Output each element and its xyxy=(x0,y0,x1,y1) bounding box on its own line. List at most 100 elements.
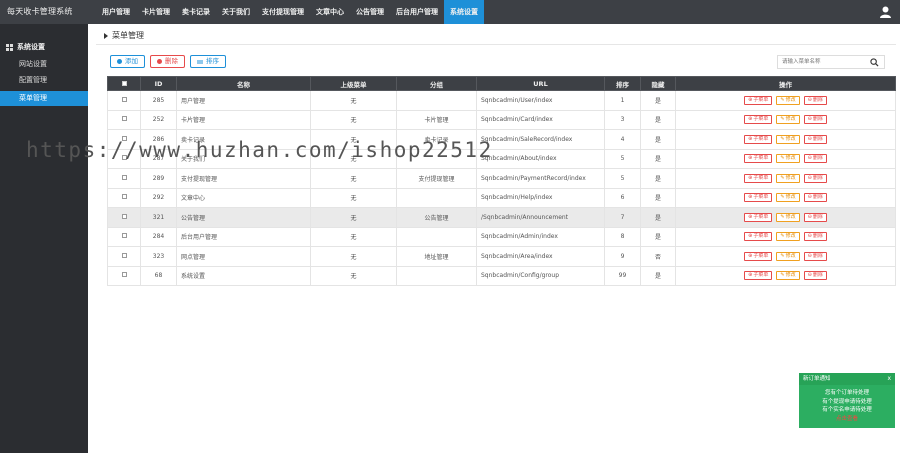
submenu-button[interactable]: ⊕ 子菜单 xyxy=(744,154,773,164)
select-all-checkbox[interactable] xyxy=(121,80,127,86)
table-row[interactable]: 252 卡片管理无卡片管理 Sqnbcadmin/Card/index 3 是 ⊕ 子菜单 ✎… xyxy=(107,109,896,130)
table-row[interactable]: 289 支付提现管理无支付提现管理 Sqnbcadmin/PaymentRecord… xyxy=(107,168,896,189)
notification-title: 新订单通知 xyxy=(803,376,831,382)
submenu-button[interactable]: ⊕ 子菜单 xyxy=(744,232,773,242)
view-link[interactable]: 点击查看 xyxy=(799,415,895,423)
edit-button[interactable]: ✎ 修改 xyxy=(776,173,800,183)
cell-actions: ⊕ 子菜单 ✎ 修改 ⊖ 删除 xyxy=(675,148,896,169)
cell-url: /Sqnbcadmin/Announcement xyxy=(476,207,605,228)
submenu-button-label: 子菜单 xyxy=(753,194,769,201)
cell-parent: 无 xyxy=(310,187,397,208)
cell-hidden: 否 xyxy=(640,246,676,267)
row-checkbox[interactable] xyxy=(121,272,127,278)
column-header: 操作 xyxy=(675,76,896,91)
topnav-item[interactable]: 卡片管理 xyxy=(136,0,176,24)
minus-circle-icon: ⊖ xyxy=(807,135,812,142)
delete-row-button[interactable]: ⊖ 删除 xyxy=(803,173,827,183)
topnav-item[interactable]: 卖卡记录 xyxy=(176,0,216,24)
edit-button[interactable]: ✎ 修改 xyxy=(776,115,800,125)
submenu-button[interactable]: ⊕ 子菜单 xyxy=(744,173,773,183)
user-icon[interactable] xyxy=(880,6,891,18)
cell-parent: 无 xyxy=(310,168,397,189)
row-checkbox[interactable] xyxy=(121,96,127,102)
edit-button-label: 修改 xyxy=(785,174,796,181)
delete-row-button[interactable]: ⊖ 删除 xyxy=(803,271,827,281)
delete-row-button[interactable]: ⊖ 删除 xyxy=(803,193,827,203)
row-checkbox[interactable] xyxy=(121,252,127,258)
cell-id: 252 xyxy=(140,109,177,130)
submenu-button[interactable]: ⊕ 子菜单 xyxy=(744,251,773,261)
plus-circle-icon: ⊕ xyxy=(748,233,753,240)
sort-button[interactable]: 排序 xyxy=(190,55,226,68)
delete-row-button[interactable]: ⊖ 删除 xyxy=(803,95,827,105)
table-row[interactable]: 284 后台用户管理无 Sqnbcadmin/Admin/index 8 是 ⊕ 子菜单 ✎ 修… xyxy=(107,226,896,247)
edit-button[interactable]: ✎ 修改 xyxy=(776,251,800,261)
edit-button-label: 修改 xyxy=(785,116,796,123)
row-checkbox[interactable] xyxy=(121,174,127,180)
row-checkbox[interactable] xyxy=(121,116,127,122)
edit-button[interactable]: ✎ 修改 xyxy=(776,193,800,203)
grid-icon xyxy=(6,43,13,51)
topnav-item[interactable]: 公告管理 xyxy=(350,0,390,24)
cell-name: 用户管理 xyxy=(176,90,311,111)
table-row[interactable]: 292 文章中心无 Sqnbcadmin/Help/index 6 是 ⊕ 子菜单 ✎ 修改 ⊖ 删… xyxy=(107,187,896,208)
delete-row-button[interactable]: ⊖ 删除 xyxy=(803,232,827,242)
table-row[interactable]: 321 公告管理无公告管理/Sqnbcadmin/Announcement 7 是 ⊕ 子… xyxy=(107,207,896,228)
row-select-cell xyxy=(107,187,141,208)
topnav-item[interactable]: 后台用户管理 xyxy=(390,0,444,24)
plus-circle-icon: ⊕ xyxy=(748,155,753,162)
sidebar-item[interactable]: 配置管理 xyxy=(0,73,88,88)
sidebar: 系统设置 网站设置 配置管理菜单管理 xyxy=(0,24,88,453)
add-button[interactable]: 添加 xyxy=(110,55,145,68)
delete-row-button[interactable]: ⊖ 删除 xyxy=(803,154,827,164)
plus-icon xyxy=(117,59,122,64)
caret-right-icon xyxy=(104,32,108,39)
row-checkbox[interactable] xyxy=(121,213,127,219)
row-checkbox[interactable] xyxy=(121,194,127,200)
cell-sort: 8 xyxy=(604,226,641,247)
plus-circle-icon: ⊕ xyxy=(748,116,753,123)
search-input[interactable] xyxy=(778,56,870,68)
edit-button[interactable]: ✎ 修改 xyxy=(776,134,800,144)
table-row[interactable]: 285 用户管理无 Sqnbcadmin/User/index 1 是 ⊕ 子菜单 ✎ 修改 ⊖ 删… xyxy=(107,90,896,111)
delete-row-button[interactable]: ⊖ 删除 xyxy=(803,251,827,261)
sidebar-item[interactable]: 菜单管理 xyxy=(0,91,88,106)
submenu-button-label: 子菜单 xyxy=(753,135,769,142)
plus-circle-icon: ⊕ xyxy=(748,174,753,181)
delete-row-button[interactable]: ⊖ 删除 xyxy=(803,212,827,222)
pencil-icon: ✎ xyxy=(780,96,785,103)
submenu-button[interactable]: ⊕ 子菜单 xyxy=(744,271,773,281)
column-header: URL xyxy=(476,76,605,91)
sidebar-item[interactable]: 网站设置 xyxy=(0,57,88,72)
topnav-item[interactable]: 文章中心 xyxy=(310,0,350,24)
sidebar-section-system[interactable]: 系统设置 xyxy=(6,42,45,52)
edit-button[interactable]: ✎ 修改 xyxy=(776,271,800,281)
edit-button[interactable]: ✎ 修改 xyxy=(776,212,800,222)
topnav-item[interactable]: 用户管理 xyxy=(96,0,136,24)
edit-button[interactable]: ✎ 修改 xyxy=(776,232,800,242)
table-row[interactable]: 323 网点管理无地址管理 Sqnbcadmin/Area/index 9 否 ⊕ 子菜单 ✎… xyxy=(107,246,896,267)
delete-row-button[interactable]: ⊖ 删除 xyxy=(803,115,827,125)
edit-button[interactable]: ✎ 修改 xyxy=(776,95,800,105)
submenu-button[interactable]: ⊕ 子菜单 xyxy=(744,212,773,222)
column-header: 上级菜单 xyxy=(310,76,397,91)
main-content: 菜单管理 添加 删除 排序 ID名称上级菜单分组URL排序隐藏操作 xyxy=(88,24,900,453)
table-row[interactable]: 68 系统设置无 Sqnbcadmin/Config/group 99 是 ⊕ 子菜单 ✎ 修改… xyxy=(107,265,896,286)
row-select-cell xyxy=(107,109,141,130)
delete-row-button[interactable]: ⊖ 删除 xyxy=(803,134,827,144)
topnav-item[interactable]: 系统设置 xyxy=(444,0,484,24)
topnav-item[interactable]: 支付提现管理 xyxy=(256,0,310,24)
submenu-button[interactable]: ⊕ 子菜单 xyxy=(744,134,773,144)
close-icon[interactable]: x xyxy=(887,373,891,385)
submenu-button[interactable]: ⊕ 子菜单 xyxy=(744,95,773,105)
delete-button[interactable]: 删除 xyxy=(150,55,185,68)
submenu-button[interactable]: ⊕ 子菜单 xyxy=(744,193,773,203)
delete-row-button-label: 删除 xyxy=(812,116,823,123)
submenu-button[interactable]: ⊕ 子菜单 xyxy=(744,115,773,125)
topnav-item[interactable]: 关于我们 xyxy=(216,0,256,24)
edit-button-label: 修改 xyxy=(785,272,796,279)
search-icon[interactable] xyxy=(870,57,879,67)
row-checkbox[interactable] xyxy=(121,233,127,239)
column-header: 排序 xyxy=(604,76,641,91)
edit-button[interactable]: ✎ 修改 xyxy=(776,154,800,164)
